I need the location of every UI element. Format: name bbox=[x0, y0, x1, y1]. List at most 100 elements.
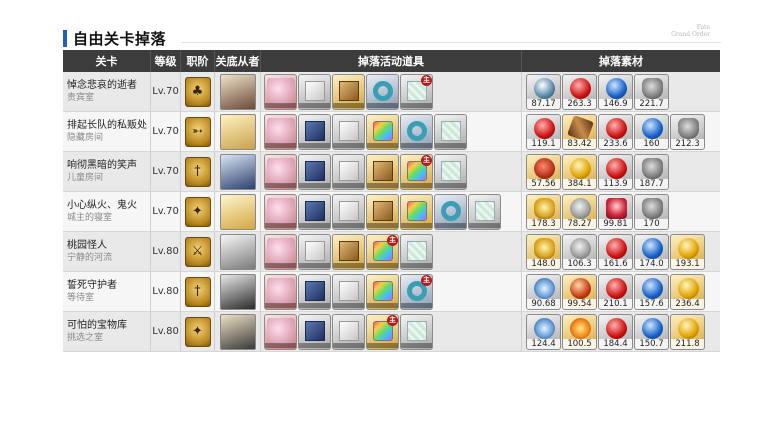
red-bead-material: 99.54 bbox=[562, 273, 597, 310]
quest-location: 隐藏房间 bbox=[67, 133, 104, 143]
cube-blue-item-icon bbox=[298, 193, 331, 230]
drop-rate-value: 157.6 bbox=[635, 298, 668, 309]
gold-lamp-icon bbox=[534, 237, 555, 259]
level-cell: Lv.70 bbox=[151, 72, 181, 111]
quest-location: 等待室 bbox=[67, 293, 95, 303]
blue-gem-icon bbox=[642, 237, 663, 259]
blue-gem-icon bbox=[642, 117, 663, 139]
cube-white-item-icon bbox=[332, 113, 365, 150]
drop-rate-value: 90.68 bbox=[527, 298, 560, 309]
tile-item-icon bbox=[400, 313, 433, 350]
gold-lamp-material: 148.0 bbox=[526, 233, 561, 270]
blue-gem-icon bbox=[642, 277, 663, 299]
grey-bottle-icon bbox=[570, 237, 591, 259]
table-body: 悼念悲哀的逝者 责宾室 Lv.70 ♣ 主 87.17 263.3 146.9 221.7 排起长… bbox=[63, 72, 720, 352]
drop-rate-value: 106.3 bbox=[563, 258, 596, 269]
header-materials: 掉落素材 bbox=[599, 55, 643, 68]
cube-rainbow-item-icon: 主 bbox=[366, 233, 399, 270]
skull-icon bbox=[642, 77, 663, 99]
title-divider bbox=[181, 42, 721, 43]
drop-rate-value: 119.1 bbox=[527, 138, 560, 149]
cube-blue-item-icon bbox=[298, 313, 331, 350]
cube-white-item-icon bbox=[332, 153, 365, 190]
red-gem-icon bbox=[606, 157, 627, 179]
gold-star-icon bbox=[570, 157, 591, 179]
quest-cell: 可怕的宝物库 挑选之室 bbox=[63, 312, 151, 351]
drop-rate-value: 150.7 bbox=[635, 338, 668, 349]
table-row: 排起长队的私贩处 隐藏房间 Lv.70 ➵ 119.1 83.42 233.6 160 212.… bbox=[63, 112, 720, 152]
tile-item-icon bbox=[400, 233, 433, 270]
cube-wood-item-icon bbox=[332, 233, 365, 270]
level-cell: Lv.80 bbox=[151, 232, 181, 271]
drop-rate-value: 99.81 bbox=[599, 218, 632, 229]
main-drop-badge: 主 bbox=[421, 274, 432, 286]
grey-bottle-icon bbox=[570, 197, 591, 219]
ring-item-icon: 主 bbox=[400, 273, 433, 310]
boss-cell bbox=[215, 152, 261, 191]
quest-level: Lv.70 bbox=[152, 126, 179, 137]
cube-wood-item-icon bbox=[366, 193, 399, 230]
quest-name: 悼念悲哀的逝者 bbox=[67, 80, 137, 91]
quest-level: Lv.70 bbox=[152, 86, 179, 97]
red-crest-material: 99.81 bbox=[598, 193, 633, 230]
cube-white-item-icon bbox=[332, 193, 365, 230]
brand-line-2: Grand Order bbox=[671, 31, 710, 38]
blue-gem-material: 157.6 bbox=[634, 273, 669, 310]
blue-potion-icon bbox=[534, 77, 555, 99]
cube-white-item-icon bbox=[332, 273, 365, 310]
gold-statue-icon bbox=[678, 237, 699, 259]
blue-gem-icon bbox=[642, 317, 663, 339]
pass-item-icon bbox=[264, 233, 297, 270]
quest-cell: 悼念悲哀的逝者 责宾室 bbox=[63, 72, 151, 111]
drop-rate-value: 170 bbox=[635, 218, 668, 229]
cube-wood-item-icon bbox=[366, 153, 399, 190]
main-drop-badge: 主 bbox=[387, 234, 398, 246]
boss-cell bbox=[215, 192, 261, 231]
materials-cell: 148.0 106.3 161.6 174.0 193.1 bbox=[522, 232, 720, 271]
tile-item-icon: 主 bbox=[400, 73, 433, 110]
blue-gem-material: 160 bbox=[634, 113, 669, 150]
pass-item-icon bbox=[264, 193, 297, 230]
quest-level: Lv.70 bbox=[152, 206, 179, 217]
quest-cell: 排起长队的私贩处 隐藏房间 bbox=[63, 112, 151, 151]
red-gem-icon bbox=[606, 317, 627, 339]
red-bead-icon bbox=[570, 277, 591, 299]
red-gem-material: 184.4 bbox=[598, 313, 633, 350]
gold-lamp-icon bbox=[534, 197, 555, 219]
header-event-items: 掉落活动道具 bbox=[261, 50, 522, 72]
class-cell: ➵ bbox=[181, 112, 215, 151]
quest-name: 可怕的宝物库 bbox=[67, 320, 127, 331]
tile-item-icon bbox=[434, 153, 467, 190]
page-title: 自由关卡掉落 bbox=[73, 30, 167, 48]
class-cell: † bbox=[181, 272, 215, 311]
gold-lamp-material: 178.3 bbox=[526, 193, 561, 230]
boss-cell bbox=[215, 112, 261, 151]
gold-statue-material: 193.1 bbox=[670, 233, 705, 270]
servant-portrait bbox=[219, 113, 256, 150]
class-cell: ✦ bbox=[181, 312, 215, 351]
drop-rate-value: 160 bbox=[635, 138, 668, 149]
drop-table: 关卡 等级 职阶 关底从者 掉落活动道具 掉落素材 悼念悲哀的逝者 责宾室 Lv.7… bbox=[63, 50, 720, 352]
quest-location: 挑选之室 bbox=[67, 333, 104, 343]
blue-potion-material: 87.17 bbox=[526, 73, 561, 110]
header-class: 职阶 bbox=[181, 50, 215, 72]
quest-name: 响彻黑暗的笑声 bbox=[67, 160, 137, 171]
level-cell: Lv.70 bbox=[151, 192, 181, 231]
quest-name: 誓死守护者 bbox=[67, 280, 117, 291]
skull-icon bbox=[678, 117, 699, 139]
skull-icon bbox=[642, 157, 663, 179]
pendant-icon bbox=[534, 277, 555, 299]
cube-blue-item-icon bbox=[298, 273, 331, 310]
red-gem-icon bbox=[606, 277, 627, 299]
drop-rate-value: 221.7 bbox=[635, 98, 668, 109]
pass-item-icon bbox=[264, 73, 297, 110]
quest-name: 桃园怪人 bbox=[67, 240, 107, 251]
skull-material: 212.3 bbox=[670, 113, 705, 150]
caster-class-icon: ✦ bbox=[184, 196, 211, 227]
skull-material: 221.7 bbox=[634, 73, 669, 110]
quest-location: 儿童房间 bbox=[67, 173, 104, 183]
red-gem-icon bbox=[570, 77, 591, 99]
cube-blue-item-icon bbox=[298, 153, 331, 190]
drop-rate-value: 161.6 bbox=[599, 258, 632, 269]
blue-gem-material: 150.7 bbox=[634, 313, 669, 350]
